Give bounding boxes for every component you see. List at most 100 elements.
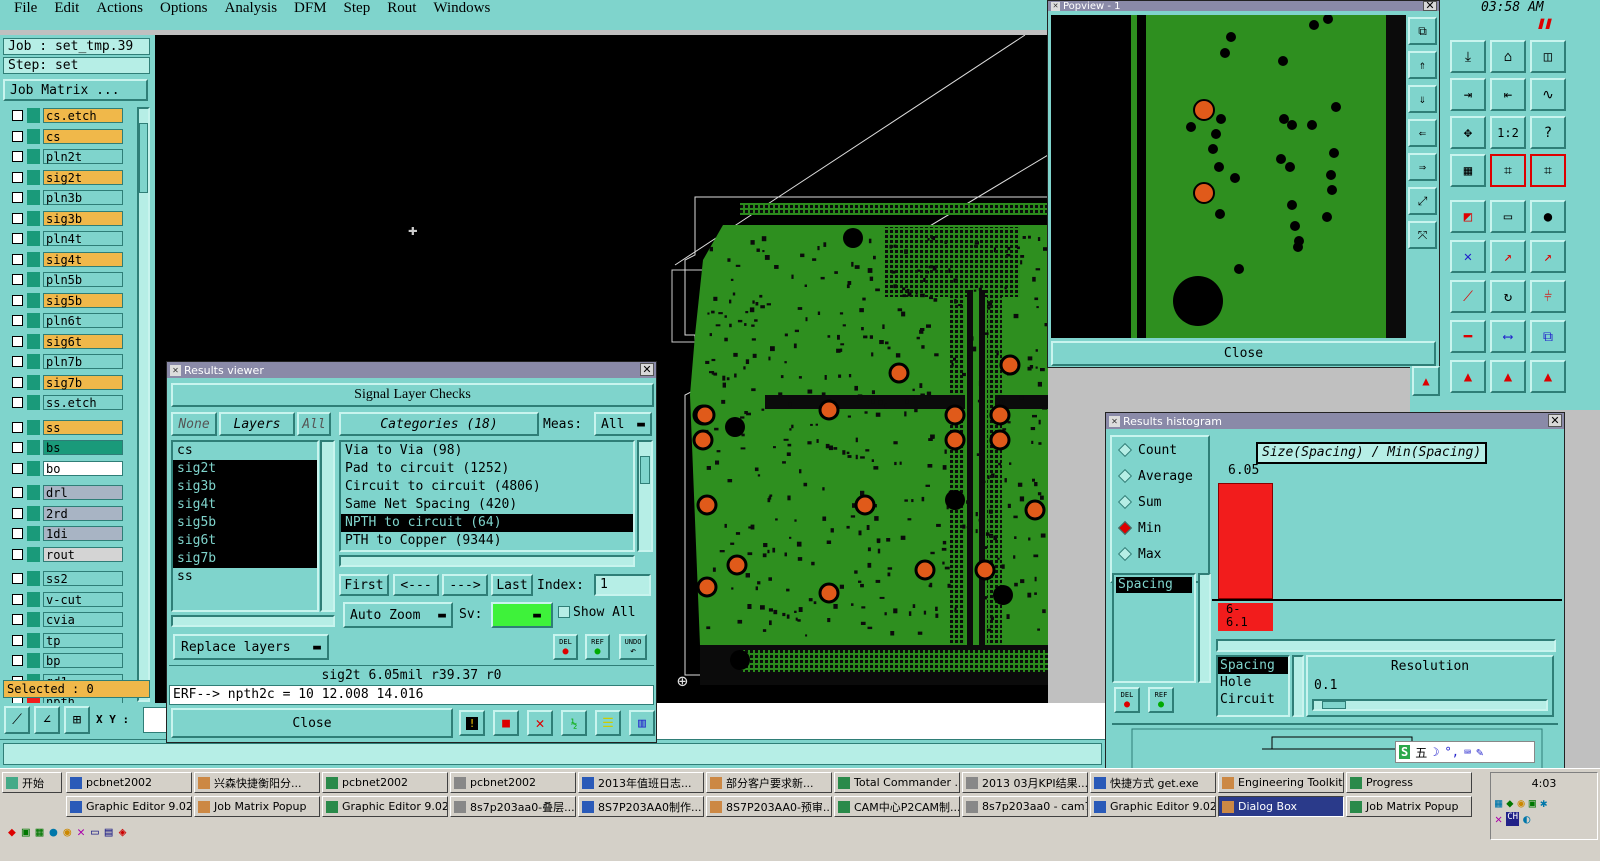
layer-checkbox[interactable] (12, 171, 23, 183)
layer-name[interactable]: pln3b (43, 190, 123, 205)
taskbar-button[interactable]: Job Matrix Popup (1346, 796, 1472, 817)
all-button[interactable]: All (297, 412, 331, 436)
import-icon[interactable]: ⇤ (1490, 78, 1526, 111)
taskbar-button[interactable]: Graphic Editor 9.02... (66, 796, 192, 817)
layer-compare-icon[interactable]: ½ (561, 710, 587, 736)
layer-row[interactable]: 1di (8, 525, 124, 542)
layer-checkbox[interactable] (12, 212, 23, 224)
mode-count[interactable]: Count (1112, 437, 1208, 463)
layer-checkbox[interactable] (12, 110, 23, 121)
layer-list-item[interactable]: ss (173, 568, 317, 586)
index-input[interactable]: 1 (594, 574, 651, 596)
pan-left-icon[interactable]: ⇐ (1408, 119, 1437, 147)
tray-app-icon[interactable]: ▣ (1529, 796, 1536, 810)
group-item-spacing[interactable]: Spacing (1218, 657, 1288, 674)
layer-row[interactable]: sig6t (8, 333, 124, 350)
none-button[interactable]: None (171, 412, 217, 436)
app-icon[interactable]: ▤ (105, 825, 113, 840)
layer-name[interactable]: sig6t (43, 333, 123, 349)
layer-row[interactable]: pln2t (8, 148, 124, 165)
layer-checkbox[interactable] (12, 573, 23, 584)
layer-row[interactable]: sig3b (8, 210, 124, 227)
job-matrix-button[interactable]: Job Matrix ... (3, 79, 148, 101)
layer-row[interactable]: sig4t (8, 251, 124, 268)
layer-list-item[interactable]: sig6t (173, 532, 317, 550)
layer-row[interactable]: cvia (8, 611, 124, 628)
ruler-icon[interactable]: ▭ (1490, 200, 1526, 233)
layer-name[interactable]: cvia (43, 612, 123, 627)
replace-layers-select[interactable]: Replace layers ▬ (173, 634, 329, 660)
layer-name[interactable]: pln6t (43, 313, 123, 328)
mirror-icon[interactable]: ⫩ (1530, 280, 1566, 313)
layer-name[interactable]: ss (43, 419, 123, 435)
pan-right-icon[interactable]: ⇒ (1408, 153, 1437, 181)
layer-row[interactable]: bo (8, 460, 124, 477)
del-button[interactable]: DEL ● (553, 634, 578, 660)
layer-checkbox[interactable] (12, 634, 23, 646)
layer-name[interactable]: sig3b (43, 210, 123, 226)
category-item[interactable]: Same Net Spacing (420) (341, 496, 633, 514)
highlight-icon[interactable]: ! (459, 710, 485, 736)
tray-app-icon[interactable]: ◆ (1506, 796, 1513, 810)
layer-list-item[interactable]: sig5b (173, 514, 317, 532)
menu-rout[interactable]: Rout (387, 0, 416, 17)
mode-average[interactable]: Average (1112, 463, 1208, 489)
zoom-fit-icon[interactable]: ⤢ (1408, 187, 1437, 215)
layer-row[interactable]: sig7b (8, 374, 124, 391)
taskbar-button[interactable]: Graphic Editor 9.02... (1090, 796, 1216, 817)
snap-icon[interactable]: ⟋ (4, 706, 30, 734)
list-icon[interactable]: ☰ (595, 710, 621, 736)
layer-checkbox[interactable] (12, 442, 23, 453)
layers-button[interactable]: Layers (219, 412, 295, 436)
category-item[interactable]: Via to Via (98) (341, 442, 633, 460)
layer-name[interactable]: bp (43, 653, 123, 668)
taskbar-button[interactable]: CAM中心P2CAM制... (834, 796, 960, 817)
group-item-circuit[interactable]: Circuit (1218, 691, 1288, 708)
layer-name[interactable]: bo (43, 460, 123, 476)
auto-zoom-select[interactable]: Auto Zoom ▬ (343, 602, 453, 628)
report-icon[interactable]: ■ (493, 710, 519, 736)
show-all-checkbox[interactable] (558, 606, 570, 618)
triangle-tool-icon[interactable]: ▲ (1450, 360, 1486, 393)
layer-row[interactable]: rout (8, 546, 124, 563)
severity-select[interactable]: ▬ (491, 602, 553, 628)
layer-name[interactable]: drl (43, 485, 123, 500)
layer-row[interactable]: sig5b (8, 292, 124, 309)
layer-name[interactable]: tp (43, 632, 123, 648)
layer-checkbox[interactable] (12, 151, 23, 162)
layer-checkbox[interactable] (12, 655, 23, 666)
layer-list-item[interactable]: sig2t (173, 460, 317, 478)
spacing-list[interactable]: Spacing (1112, 573, 1196, 683)
layer-row[interactable]: tp (8, 632, 124, 649)
layer-checkbox[interactable] (12, 528, 23, 539)
app-icon[interactable]: ▭ (91, 825, 99, 840)
layer-checkbox[interactable] (12, 376, 23, 388)
triangle-tool-icon[interactable]: ▲ (1412, 366, 1440, 396)
layer-name[interactable]: sig2t (43, 169, 123, 185)
layer-name[interactable]: pln5b (43, 272, 123, 287)
taskbar-button[interactable]: Engineering Toolkit... (1218, 772, 1344, 793)
layer-name[interactable]: cs (43, 128, 123, 144)
net-highlight-icon[interactable]: ⌗ (1490, 154, 1526, 187)
taskbar-button[interactable]: 2013 03月KPI结果... (962, 772, 1088, 793)
layer-name[interactable]: cs.etch (43, 108, 123, 123)
scroll-thumb[interactable] (640, 456, 650, 484)
slider-thumb[interactable] (1322, 701, 1346, 709)
category-vscroll[interactable] (637, 440, 653, 552)
layer-checkbox[interactable] (12, 397, 23, 408)
app-icon[interactable]: ◈ (119, 825, 127, 840)
taskbar-button[interactable]: Dialog Box (1218, 796, 1344, 817)
taskbar-button[interactable]: 快捷方式 get.exe (1090, 772, 1216, 793)
keyboard-icon[interactable]: ⌨ (1464, 745, 1471, 759)
resolution-slider[interactable] (1312, 699, 1548, 711)
check-header[interactable]: Signal Layer Checks (171, 383, 654, 407)
ime-mode[interactable]: 五 (1415, 744, 1427, 761)
taskbar-button[interactable]: pcbnet2002 (450, 772, 576, 793)
net-select-icon[interactable]: ⌗ (1530, 154, 1566, 187)
layer-checkbox[interactable] (12, 462, 23, 474)
app-icon[interactable]: ◉ (63, 825, 71, 840)
clear-icon[interactable]: ✕ (527, 710, 553, 736)
category-hscroll[interactable] (339, 555, 635, 567)
layer-row[interactable]: cs (8, 128, 124, 145)
taskbar-button[interactable]: 8S7P203AA0-预审... (706, 796, 832, 817)
